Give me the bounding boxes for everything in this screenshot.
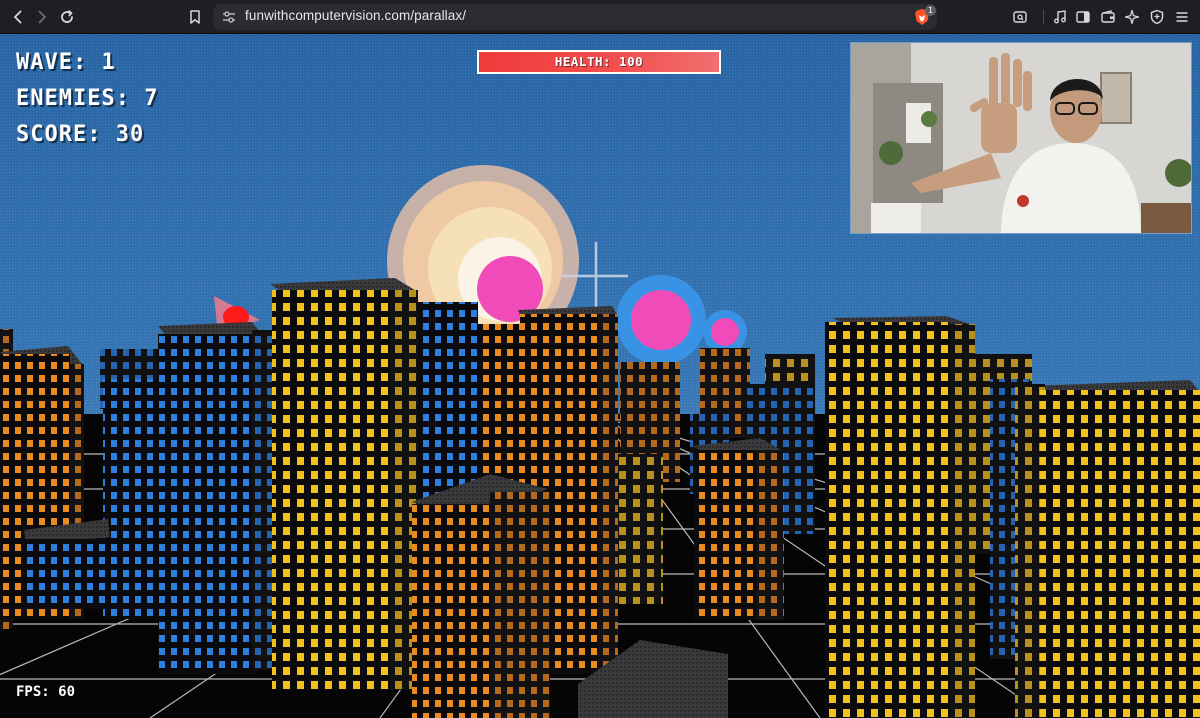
forward-button[interactable] — [30, 5, 54, 29]
music-note-icon — [1054, 10, 1066, 24]
building-central-yellow — [270, 278, 418, 690]
game-canvas[interactable]: WAVE: 1 ENEMIES: 7 SCORE: 30 FPS: 60 HEA… — [0, 34, 1200, 718]
enemies-counter: ENEMIES: 7 — [16, 86, 159, 111]
vpn-shield-icon — [1150, 9, 1164, 25]
building-right-yellow-tall — [825, 316, 976, 718]
score-counter: SCORE: 30 — [16, 122, 145, 147]
enemy-drone-small[interactable] — [703, 310, 747, 354]
building-front-orange — [412, 474, 550, 718]
sparkle-icon — [1124, 9, 1140, 25]
health-bar: HEALTH: 100 — [477, 50, 721, 74]
sidebar-icon — [1076, 11, 1090, 23]
fps-counter: FPS: 60 — [16, 684, 76, 700]
media-button[interactable] — [1048, 5, 1072, 29]
browser-toolbar: funwithcomputervision.com/parallax/ 1 — [0, 0, 1200, 34]
url-text[interactable]: funwithcomputervision.com/parallax/ — [245, 8, 466, 23]
reader-mode-icon — [1013, 11, 1027, 23]
toolbar-divider — [1043, 10, 1044, 24]
wallet-button[interactable] — [1096, 5, 1120, 29]
address-bar[interactable]: funwithcomputervision.com/parallax/ 1 — [213, 4, 937, 30]
building-mid-yellow-small — [618, 454, 663, 604]
building-center-blue — [418, 302, 478, 502]
shields-count-badge: 1 — [925, 5, 936, 16]
chevron-right-icon — [38, 10, 46, 24]
reload-button[interactable] — [55, 5, 79, 29]
webcam-video — [851, 43, 1191, 233]
building-left-blue-tall — [158, 322, 282, 674]
hamburger-menu-icon — [1176, 12, 1188, 22]
health-label: HEALTH: 100 — [554, 54, 644, 69]
back-button[interactable] — [6, 5, 30, 29]
building-right-yellow-front — [1015, 380, 1200, 718]
bookmark-button[interactable] — [183, 5, 207, 29]
reload-icon — [61, 10, 73, 23]
reader-mode-button[interactable] — [1008, 5, 1032, 29]
vpn-button[interactable] — [1145, 5, 1169, 29]
building-mid-orange — [692, 438, 785, 620]
main-menu-button[interactable] — [1170, 5, 1194, 29]
building-left-blue-small — [24, 519, 114, 609]
leo-ai-button[interactable] — [1120, 5, 1144, 29]
bookmark-icon — [190, 10, 200, 24]
sidebar-button[interactable] — [1071, 5, 1095, 29]
wallet-icon — [1101, 10, 1115, 23]
webcam-feed — [850, 42, 1192, 234]
enemy-drone-large[interactable] — [616, 275, 706, 365]
site-settings-icon[interactable] — [221, 9, 237, 25]
wave-counter: WAVE: 1 — [16, 50, 116, 75]
chevron-left-icon — [14, 10, 22, 24]
